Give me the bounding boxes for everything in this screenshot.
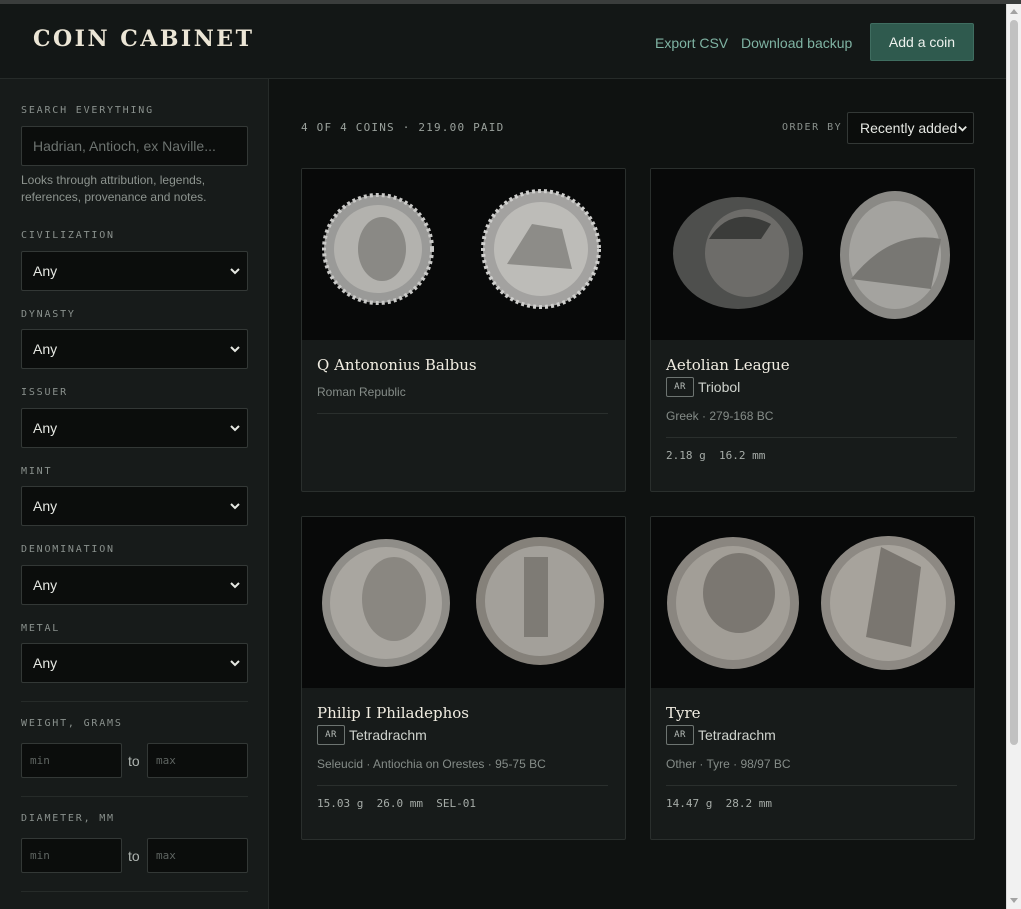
- card-divider: [317, 413, 608, 414]
- chevron-down-icon: [230, 346, 240, 353]
- order-by-label: ORDER BY: [782, 122, 843, 133]
- metal-value: Any: [33, 655, 58, 671]
- mint-select[interactable]: Any: [21, 486, 248, 526]
- coin-photo: [302, 517, 625, 688]
- card-divider: [666, 785, 957, 786]
- export-csv-link[interactable]: Export CSV: [655, 35, 728, 51]
- chevron-down-icon: [958, 125, 967, 132]
- metal-badge: AR: [317, 725, 345, 745]
- search-input[interactable]: [21, 126, 248, 166]
- metal-label: METAL: [21, 623, 61, 634]
- denomination-select[interactable]: Any: [21, 565, 248, 605]
- civilization-select[interactable]: Any: [21, 251, 248, 291]
- coin-photo: [651, 169, 974, 340]
- denomination-label: DENOMINATION: [21, 544, 115, 555]
- weight-max-input[interactable]: [147, 743, 248, 778]
- mint-value: Any: [33, 498, 58, 514]
- metal-badge: AR: [666, 725, 694, 745]
- coin-denomination: Tetradrachm: [698, 727, 776, 743]
- scroll-up-arrow-icon[interactable]: [1010, 9, 1018, 14]
- chevron-down-icon: [230, 660, 240, 667]
- sidebar-divider: [21, 701, 248, 702]
- filter-sidebar: SEARCH EVERYTHING Looks through attribut…: [0, 79, 269, 909]
- chevron-down-icon: [230, 582, 240, 589]
- civilization-value: Any: [33, 263, 58, 279]
- search-hint: Looks through attribution, legends, refe…: [21, 173, 207, 204]
- coin-specs: 14.47 g 28.2 mm: [666, 797, 772, 810]
- brand-title: COIN CABINET: [33, 26, 255, 52]
- diameter-label: DIAMETER, MM: [21, 813, 115, 824]
- metal-badge: AR: [666, 377, 694, 397]
- chevron-down-icon: [230, 425, 240, 432]
- coin-title: Aetolian League: [666, 356, 790, 374]
- order-by-value: Recently added: [860, 120, 958, 136]
- denomination-value: Any: [33, 577, 58, 593]
- order-by-select[interactable]: Recently added: [847, 112, 974, 144]
- issuer-value: Any: [33, 420, 58, 436]
- coin-specs: 2.18 g 16.2 mm: [666, 449, 766, 462]
- coin-denomination: Tetradrachm: [349, 727, 427, 743]
- weight-label: WEIGHT, GRAMS: [21, 718, 123, 729]
- coin-title: Tyre: [666, 704, 701, 722]
- coin-meta: Other · Tyre · 98/97 BC: [666, 757, 791, 771]
- vertical-scrollbar[interactable]: [1006, 4, 1021, 909]
- coin-card[interactable]: Philip I Philadephos AR Tetradrachm Sele…: [301, 516, 626, 840]
- card-divider: [317, 785, 608, 786]
- dynasty-value: Any: [33, 341, 58, 357]
- scroll-down-arrow-icon[interactable]: [1010, 898, 1018, 903]
- coin-card[interactable]: Aetolian League AR Triobol Greek · 279-1…: [650, 168, 975, 492]
- coin-photo: [651, 517, 974, 688]
- civilization-label: CIVILIZATION: [21, 230, 115, 241]
- coin-list-panel: 4 OF 4 COINS · 219.00 PAID ORDER BY Rece…: [270, 79, 1006, 909]
- diameter-to-label: to: [128, 848, 140, 864]
- diameter-max-input[interactable]: [147, 838, 248, 873]
- search-label: SEARCH EVERYTHING: [21, 105, 154, 116]
- download-backup-link[interactable]: Download backup: [741, 35, 852, 51]
- coin-title: Q Antononius Balbus: [317, 356, 477, 374]
- scroll-thumb[interactable]: [1010, 20, 1018, 745]
- chevron-down-icon: [230, 268, 240, 275]
- coin-title: Philip I Philadephos: [317, 704, 469, 722]
- mint-label: MINT: [21, 466, 53, 477]
- issuer-select[interactable]: Any: [21, 408, 248, 448]
- app-header: COIN CABINET Export CSV Download backup …: [0, 4, 1006, 79]
- coin-photo: [302, 169, 625, 340]
- coin-specs: 15.03 g 26.0 mm SEL-01: [317, 797, 476, 810]
- coin-meta: Greek · 279-168 BC: [666, 409, 774, 423]
- metal-select[interactable]: Any: [21, 643, 248, 683]
- card-divider: [666, 437, 957, 438]
- dynasty-select[interactable]: Any: [21, 329, 248, 369]
- add-coin-button[interactable]: Add a coin: [870, 23, 974, 61]
- sidebar-divider: [21, 796, 248, 797]
- coin-meta: Seleucid · Antiochia on Orestes · 95-75 …: [317, 757, 546, 771]
- result-count: 4 OF 4 COINS · 219.00 PAID: [301, 121, 505, 134]
- weight-to-label: to: [128, 753, 140, 769]
- coin-meta: Roman Republic: [317, 385, 406, 399]
- diameter-min-input[interactable]: [21, 838, 122, 873]
- dynasty-label: DYNASTY: [21, 309, 76, 320]
- sidebar-divider: [21, 891, 248, 892]
- chevron-down-icon: [230, 503, 240, 510]
- coin-card[interactable]: Tyre AR Tetradrachm Other · Tyre · 98/97…: [650, 516, 975, 840]
- coin-card[interactable]: Q Antononius Balbus Roman Republic: [301, 168, 626, 492]
- weight-min-input[interactable]: [21, 743, 122, 778]
- coin-denomination: Triobol: [698, 379, 741, 395]
- issuer-label: ISSUER: [21, 387, 68, 398]
